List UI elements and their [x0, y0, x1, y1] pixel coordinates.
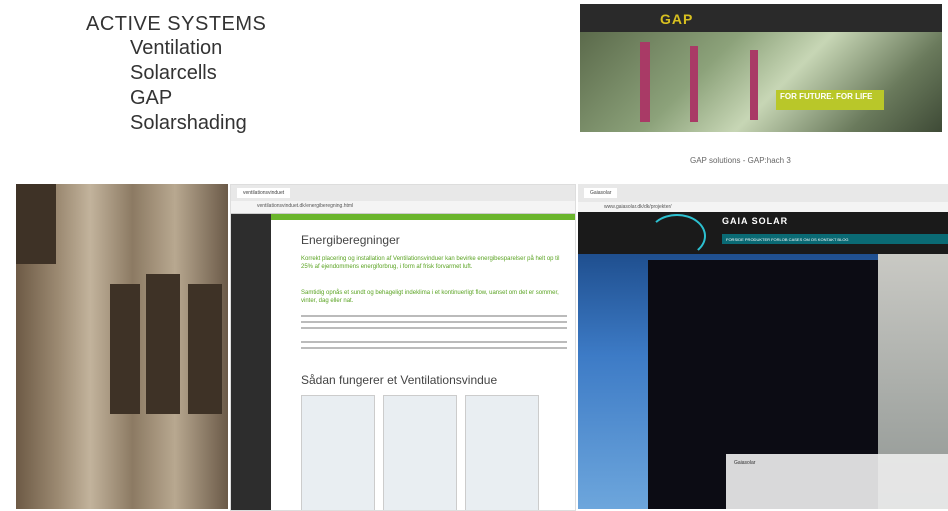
ventilation-diagram	[465, 395, 539, 510]
gap-hero-image	[580, 32, 942, 132]
system-item-solarcells: Solarcells	[130, 62, 217, 84]
url-text: ventilationsvinduet.dk/energiberegning.h…	[257, 203, 354, 209]
gap-tagline: FOR FUTURE. FOR LIFE	[780, 92, 873, 101]
shading-panel	[16, 184, 56, 264]
url-text: www.gaiasolar.dk/dk/projekter/	[604, 204, 672, 210]
gaia-nav-items[interactable]: FORSIDE PRODUKTER FORLOB CASES OM OS KON…	[722, 234, 948, 245]
facade-red-band	[690, 46, 698, 122]
grey-paragraph	[301, 341, 567, 353]
browser-address-bar[interactable]: ventilationsvinduet.dk/energiberegning.h…	[231, 201, 575, 214]
shading-panel	[146, 274, 180, 414]
gaia-nav-bar[interactable]: FORSIDE PRODUKTER FORLOB CASES OM OS KON…	[722, 234, 948, 244]
gap-website-screenshot: GAP FOR FUTURE. FOR LIFE GAP solutions -…	[580, 4, 942, 176]
facade-red-band	[750, 50, 758, 120]
system-item-gap: GAP	[130, 87, 173, 109]
gaia-logo-swirl-icon	[648, 214, 706, 258]
green-bar	[271, 214, 575, 220]
facade-red-band	[640, 42, 650, 122]
facade-photo	[16, 184, 228, 509]
grey-paragraph	[301, 315, 567, 333]
page-title: ACTIVE SYSTEMS	[86, 13, 267, 35]
shading-panel	[110, 284, 140, 414]
ventilation-diagram	[301, 395, 375, 510]
gap-logo: GAP	[660, 11, 694, 27]
ventilation-website-screenshot: ventilationsvinduet ventilationsvinduet.…	[230, 184, 576, 511]
gaia-info-box: Gaiasolar	[726, 454, 948, 509]
shading-panel	[188, 284, 222, 414]
browser-tab[interactable]: ventilationsvinduet	[237, 188, 291, 198]
green-paragraph-2: Samtidig opnås et sundt og behageligt in…	[301, 290, 559, 304]
dark-sidebar	[231, 214, 271, 510]
subheading: Sådan fungerer et Ventilationsvindue	[301, 373, 498, 387]
green-paragraph-1: Korrekt placering og installation af Ven…	[301, 256, 560, 270]
browser-address-bar[interactable]: www.gaiasolar.dk/dk/projekter/	[578, 202, 948, 212]
gaia-title: GAIA SOLAR	[722, 216, 789, 226]
gap-caption: GAP solutions - GAP:hach 3	[690, 156, 791, 165]
gap-header	[580, 4, 942, 32]
gaia-solar-website-screenshot: Gaiasolar www.gaiasolar.dk/dk/projekter/…	[578, 184, 948, 509]
browser-tabbar: ventilationsvinduet	[231, 185, 575, 201]
system-item-solarshading: Solarshading	[130, 112, 247, 134]
browser-tab[interactable]: Gaiasolar	[584, 188, 618, 198]
title-block: ACTIVE SYSTEMS Ventilation Solarcells GA…	[86, 12, 266, 136]
ventilation-diagram	[383, 395, 457, 510]
browser-tabbar: Gaiasolar	[578, 184, 948, 202]
system-item-ventilation: Ventilation	[130, 37, 223, 59]
info-title: Gaiasolar	[734, 460, 756, 466]
gap-tagline-box: FOR FUTURE. FOR LIFE	[776, 90, 884, 110]
section-heading: Energiberegninger	[301, 233, 400, 247]
